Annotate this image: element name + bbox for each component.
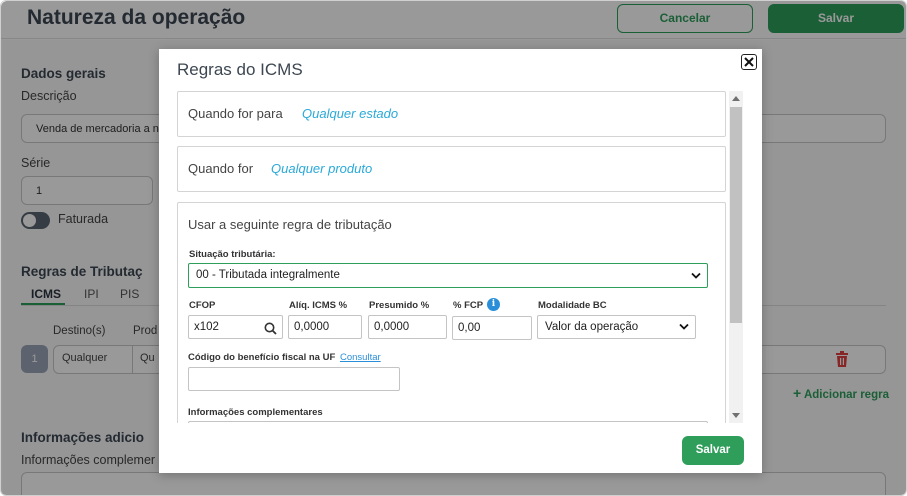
tax-situation-value: 00 - Tributada integralmente	[196, 269, 340, 281]
destination-condition-card: Quando for para Qualquer estado	[177, 91, 726, 137]
taxation-rule-card: Usar a seguinte regra de tributação Situ…	[177, 202, 726, 423]
close-icon	[744, 57, 754, 67]
scroll-up-arrow-icon[interactable]	[732, 96, 740, 101]
chevron-down-icon	[679, 323, 689, 330]
modal-title: Regras do ICMS	[177, 60, 303, 79]
scroll-down-arrow-icon[interactable]	[732, 413, 740, 418]
chevron-down-icon	[691, 272, 701, 279]
search-icon[interactable]	[264, 322, 277, 335]
info-icon[interactable]: i	[487, 298, 500, 311]
fcp-input[interactable]: 0,00	[452, 316, 532, 340]
tax-situation-select[interactable]: 00 - Tributada integralmente	[188, 263, 708, 288]
close-button[interactable]	[741, 54, 757, 70]
modal-scroll-area[interactable]: Quando for para Qualquer estado Quando f…	[177, 91, 743, 423]
when-for-label: Quando for para	[188, 106, 283, 121]
rule-heading: Usar a seguinte regra de tributação	[188, 217, 392, 232]
bc-mode-value: Valor da operação	[545, 321, 639, 333]
when-product-label: Quando for	[188, 161, 254, 176]
presumed-input[interactable]: 0,0000	[368, 315, 447, 339]
complementary-info-label: Informações complementares	[188, 407, 323, 418]
icms-rate-input[interactable]: 0,0000	[288, 315, 362, 339]
complementary-info-textarea[interactable]	[188, 421, 708, 423]
icms-rules-modal: Regras do ICMS Quando for para Qualquer …	[159, 49, 762, 473]
fcp-label: % FCP	[453, 300, 484, 311]
benefit-code-input[interactable]	[188, 367, 400, 391]
product-condition-card: Quando for Qualquer produto	[177, 146, 726, 192]
presumed-label: Presumido %	[369, 300, 430, 311]
tax-situation-label: Situação tributária:	[189, 249, 276, 260]
scrollbar-thumb[interactable]	[730, 107, 742, 323]
consult-link[interactable]: Consultar	[340, 352, 381, 363]
bc-mode-select[interactable]: Valor da operação	[537, 315, 696, 339]
icms-rate-label: Alíq. ICMS %	[289, 300, 348, 311]
cfop-label: CFOP	[189, 300, 216, 311]
bc-mode-label: Modalidade BC	[538, 300, 607, 311]
cfop-value: x102	[194, 321, 219, 333]
any-product-link[interactable]: Qualquer produto	[271, 161, 372, 176]
modal-save-button[interactable]: Salvar	[682, 436, 744, 465]
any-state-link[interactable]: Qualquer estado	[302, 106, 398, 121]
modal-scrollbar[interactable]	[729, 91, 743, 423]
benefit-code-label: Código do benefício fiscal na UF	[188, 352, 336, 363]
